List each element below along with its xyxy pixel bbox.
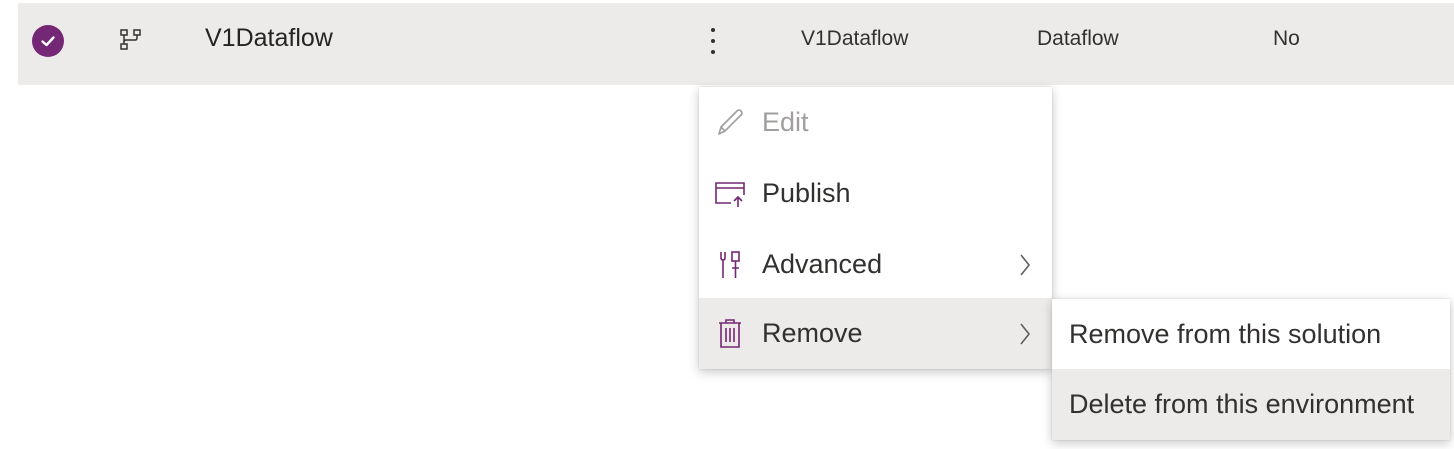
menu-item-edit[interactable]: Edit [699, 87, 1052, 158]
trash-icon [719, 319, 741, 348]
cell-type: Dataflow [1037, 27, 1119, 50]
submenu-item-label: Delete from this environment [1069, 389, 1415, 419]
dataflow-icon [120, 29, 141, 50]
menu-item-label: Advanced [762, 249, 883, 279]
row-select-checkbox[interactable] [32, 25, 64, 57]
menu-item-label: Remove [762, 318, 863, 348]
row-name[interactable]: V1Dataflow [205, 24, 333, 53]
pencil-icon [718, 109, 743, 135]
menu-item-publish[interactable]: Publish [699, 158, 1052, 229]
cell-managed: No [1273, 27, 1300, 50]
chevron-right-icon [1020, 323, 1031, 345]
submenu-item-remove-from-solution[interactable]: Remove from this solution [1052, 299, 1450, 370]
more-vertical-icon[interactable] [699, 22, 727, 60]
publish-icon [715, 182, 745, 207]
remove-submenu: Remove from this solution Delete from th… [1052, 299, 1450, 440]
context-menu: Edit Publish Advanced Remove [699, 87, 1052, 369]
menu-item-label: Publish [762, 178, 851, 208]
menu-item-remove[interactable]: Remove [699, 298, 1052, 369]
submenu-item-label: Remove from this solution [1069, 319, 1382, 349]
checkmark-circle-icon [41, 36, 55, 47]
tools-icon [720, 251, 740, 278]
submenu-item-delete-from-environment[interactable]: Delete from this environment [1052, 369, 1450, 440]
menu-item-label: Edit [762, 107, 809, 137]
chevron-right-icon [1020, 254, 1031, 276]
cell-name: V1Dataflow [801, 27, 909, 50]
menu-item-advanced[interactable]: Advanced [699, 229, 1052, 300]
